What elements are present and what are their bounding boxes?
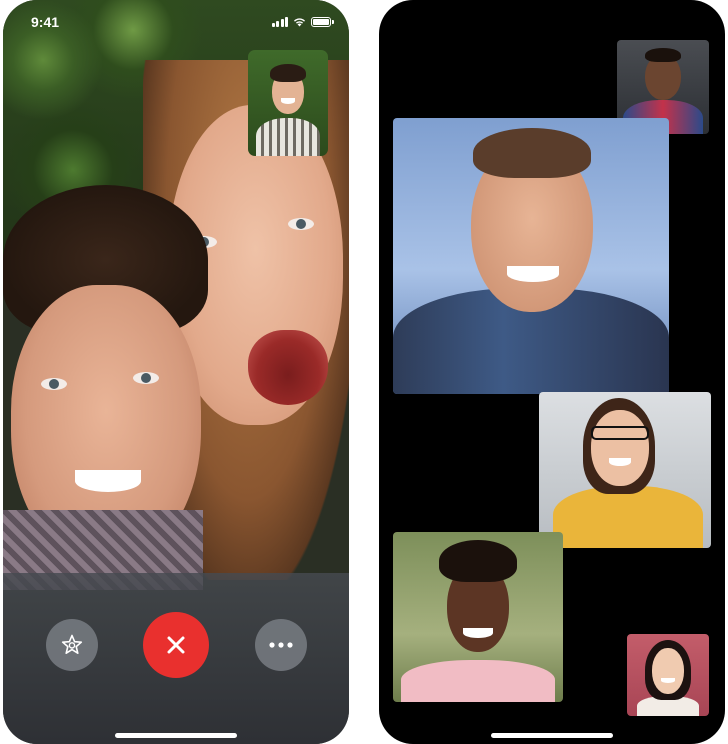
person-hair xyxy=(645,48,681,62)
wifi-icon xyxy=(293,18,306,27)
status-time: 9:41 xyxy=(31,14,60,30)
self-view-tile[interactable] xyxy=(248,50,328,156)
battery-icon xyxy=(311,17,334,27)
person-body xyxy=(256,118,320,156)
participant-small-bottom-right[interactable] xyxy=(627,634,709,716)
status-icons xyxy=(271,17,334,27)
eye xyxy=(133,372,159,384)
participant-bottom-left[interactable] xyxy=(393,532,563,702)
person-hair xyxy=(270,64,306,82)
person-body xyxy=(401,660,555,702)
participant-middle-right[interactable] xyxy=(539,392,711,548)
call-controls-tray xyxy=(3,573,349,744)
close-x-icon xyxy=(167,636,185,654)
smile xyxy=(281,98,295,104)
home-indicator[interactable] xyxy=(115,733,237,738)
caller-mouth xyxy=(248,330,328,405)
eye xyxy=(288,218,314,230)
eye xyxy=(41,378,67,390)
smile xyxy=(507,266,559,282)
right-phone-screen xyxy=(379,0,725,744)
end-call-button[interactable] xyxy=(143,612,209,678)
cellular-signal-icon xyxy=(271,17,288,27)
status-bar: 9:41 xyxy=(3,12,349,32)
left-phone-screen: 9:41 xyxy=(3,0,349,744)
glasses xyxy=(591,426,649,440)
ellipsis-icon xyxy=(269,642,293,648)
participant-main-speaker[interactable] xyxy=(393,118,669,394)
person-hair xyxy=(439,540,517,582)
star-effects-icon xyxy=(61,634,83,654)
person-head xyxy=(591,410,649,486)
effects-button[interactable] xyxy=(46,619,98,671)
smile xyxy=(75,470,141,492)
smile xyxy=(661,678,675,683)
person-body xyxy=(553,486,703,548)
person-head xyxy=(652,648,684,694)
home-indicator[interactable] xyxy=(491,733,613,738)
smile xyxy=(609,458,631,466)
smile xyxy=(463,628,493,638)
person-hair xyxy=(473,128,591,178)
more-options-button[interactable] xyxy=(255,619,307,671)
